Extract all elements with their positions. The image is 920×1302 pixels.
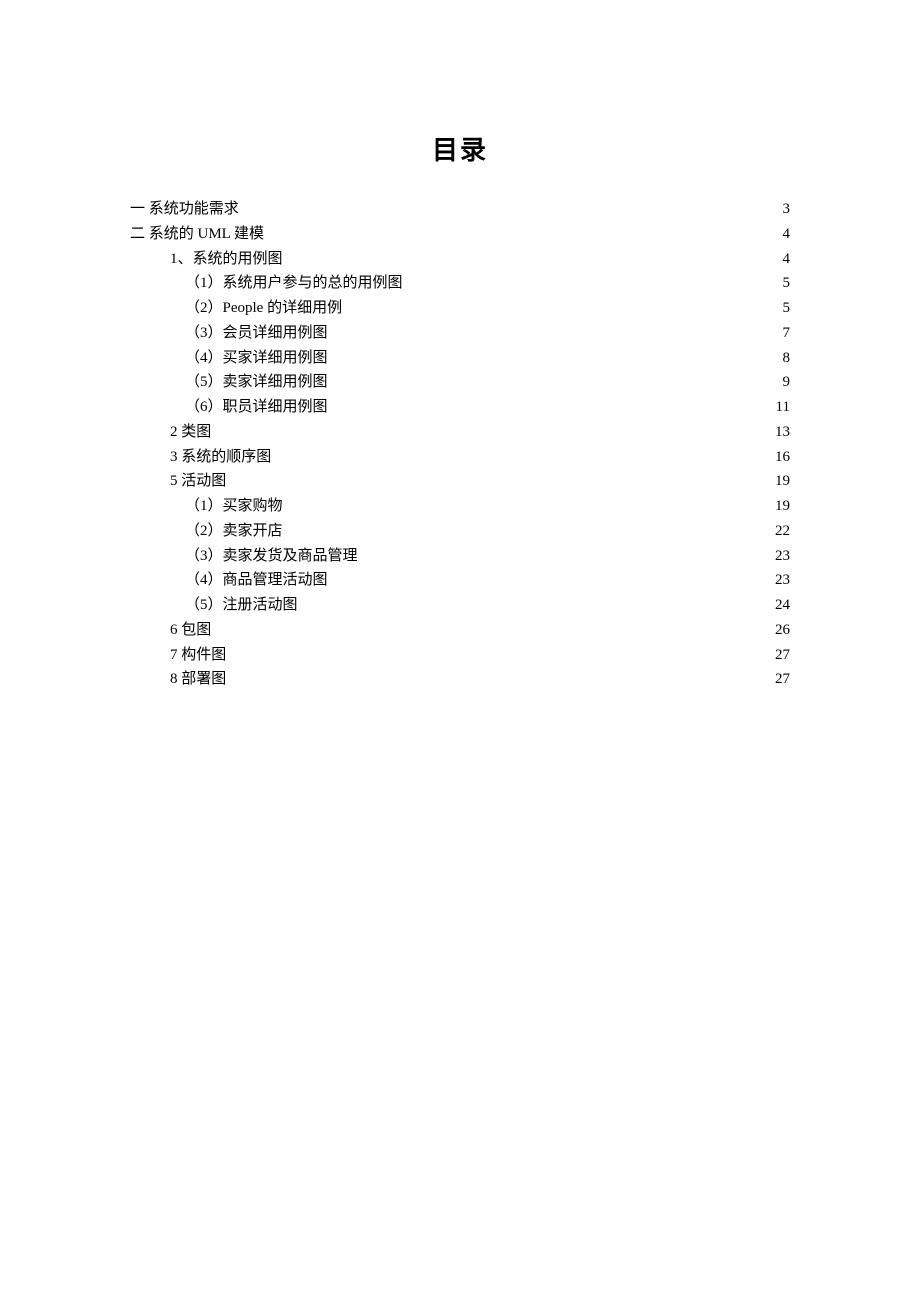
toc-entry-label: （6）职员详细用例图 [185,395,328,420]
toc-entry-page: 22 [775,519,790,544]
toc-entry-page: 23 [775,544,790,569]
toc-entry[interactable]: （2）People 的详细用例 5 [130,296,790,321]
toc-entry-label: （3）卖家发货及商品管理 [185,544,358,569]
toc-entry-page: 24 [775,593,790,618]
toc-entry-label: （4）商品管理活动图 [185,568,328,593]
toc-entry-label: 一 系统功能需求 [130,197,239,222]
toc-entry-page: 26 [775,618,790,643]
toc-entry[interactable]: 6 包图 26 [130,618,790,643]
toc-entry-page: 9 [783,370,791,395]
toc-entry[interactable]: 1、系统的用例图 4 [130,247,790,272]
toc-entry[interactable]: 5 活动图 19 [130,469,790,494]
toc-entry-page: 23 [775,568,790,593]
toc-entry-page: 13 [775,420,790,445]
toc-entry-page: 19 [775,494,790,519]
toc-entry-page: 16 [775,445,790,470]
toc-entry-page: 27 [775,643,790,668]
document-title: 目录 [130,130,790,167]
toc-entry[interactable]: 8 部署图 27 [130,667,790,692]
toc-entry-page: 19 [775,469,790,494]
toc-entry-page: 4 [783,247,791,272]
toc-entry[interactable]: （1）买家购物 19 [130,494,790,519]
toc-entry-label: （4）买家详细用例图 [185,346,328,371]
toc-entry-page: 3 [783,197,791,222]
toc-entry[interactable]: （5）注册活动图 24 [130,593,790,618]
toc-entry[interactable]: （5）卖家详细用例图 9 [130,370,790,395]
toc-entry[interactable]: （1）系统用户参与的总的用例图 5 [130,271,790,296]
toc-entry-page: 11 [776,395,790,420]
toc-entry-label: （2）People 的详细用例 [185,296,342,321]
toc-entry-label: 8 部署图 [170,667,226,692]
toc-entry[interactable]: （3）卖家发货及商品管理 23 [130,544,790,569]
toc-entry-label: （2）卖家开店 [185,519,283,544]
toc-entry[interactable]: （2）卖家开店 22 [130,519,790,544]
toc-entry-label: （3）会员详细用例图 [185,321,328,346]
toc-entry-label: 1、系统的用例图 [170,247,283,272]
table-of-contents: 一 系统功能需求3二 系统的 UML 建模41、系统的用例图4（1）系统用户参与… [130,197,790,692]
toc-entry[interactable]: 2 类图 13 [130,420,790,445]
toc-entry-page: 8 [783,346,791,371]
toc-entry[interactable]: （4）商品管理活动图 23 [130,568,790,593]
toc-entry[interactable]: （3）会员详细用例图 7 [130,321,790,346]
toc-entry-label: 2 类图 [170,420,211,445]
toc-entry-label: （5）卖家详细用例图 [185,370,328,395]
toc-entry-page: 5 [783,296,791,321]
toc-entry-label: 6 包图 [170,618,211,643]
toc-entry-page: 7 [783,321,791,346]
toc-entry-label: 二 系统的 UML 建模 [130,222,264,247]
toc-entry-label: 7 构件图 [170,643,226,668]
toc-entry[interactable]: 3 系统的顺序图 16 [130,445,790,470]
toc-entry[interactable]: （6）职员详细用例图 11 [130,395,790,420]
toc-entry-page: 5 [783,271,791,296]
toc-entry-label: （1）买家购物 [185,494,283,519]
toc-entry[interactable]: 7 构件图 27 [130,643,790,668]
toc-entry-label: （1）系统用户参与的总的用例图 [185,271,403,296]
toc-entry[interactable]: 二 系统的 UML 建模 4 [130,222,790,247]
toc-entry-page: 4 [783,222,791,247]
toc-entry-page: 27 [775,667,790,692]
toc-entry-label: 3 系统的顺序图 [170,445,271,470]
toc-entry[interactable]: 一 系统功能需求 3 [130,197,790,222]
toc-entry-label: （5）注册活动图 [185,593,298,618]
toc-entry[interactable]: （4）买家详细用例图 8 [130,346,790,371]
toc-entry-label: 5 活动图 [170,469,226,494]
